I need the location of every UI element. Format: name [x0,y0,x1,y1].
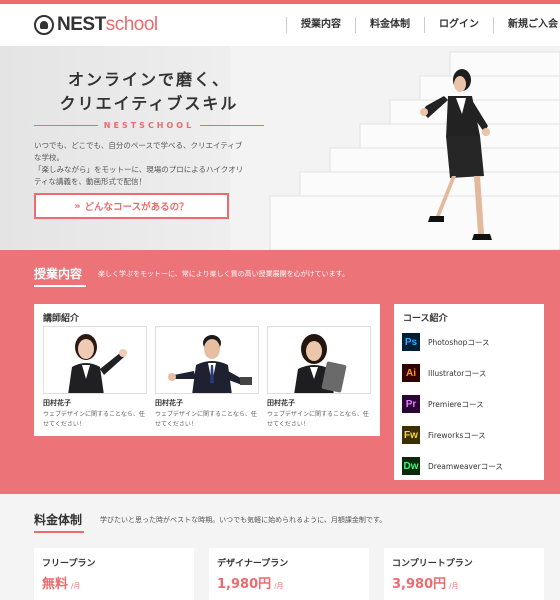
pricing-section: 料金体制 学びたいと思った時がベストな時期。いつでも気軽に始められるように、月額… [0,494,560,600]
teacher-name: 田村花子 [43,399,71,407]
teacher-card[interactable]: 田村花子 ウェブデザインに関することなら、任せてください！ [155,326,259,430]
hero-title-line2: クリエイティブスキル [59,94,239,113]
course-label: Photoshopコース [428,337,490,347]
pricing-section-subtitle: 学びたいと思った時がベストな時期。いつでも気軽に始められるように、月額課金制です… [100,516,387,524]
divider [200,124,264,126]
course-item-dreamweaver[interactable]: Dw Dreamweaverコース [402,456,503,476]
hero-title-line1: オンラインで磨く、 [67,70,230,89]
nav-login[interactable]: ログイン [424,17,493,33]
courses-section-subtitle: 楽しく学ぶをモットーに、常により楽しく質の高い授業展開を心がけています。 [98,270,349,278]
logo-mark-icon [34,15,54,35]
premiere-icon: Pr [402,395,420,413]
plan-price: 1,980円/月 [217,573,283,592]
course-item-photoshop[interactable]: Ps Photoshopコース [402,332,490,352]
course-label: Illustratorコース [428,368,487,378]
dreamweaver-icon: Dw [402,457,420,475]
hero-stairs-illustration [230,46,560,250]
fireworks-icon: Fw [402,426,420,444]
hero-desc-line2: 「楽しみながら」をモットーに、現場のプロによるハイクオリティな講義を、動画形式で… [34,165,244,186]
course-cta-button[interactable]: » どんなコースがあるの？ [34,193,229,219]
teachers-card: 講師紹介 田村花子 ウェブデザインに関することなら、任せてください！ 田村花子 … [34,304,380,436]
plan-price-unit: /月 [274,582,284,590]
plan-card-designer[interactable]: デザイナープラン 1,980円/月 [209,548,369,600]
teacher-name: 田村花子 [267,399,295,407]
double-chevron-icon: » [74,200,80,212]
course-label: Fireworksコース [428,430,486,440]
illustrator-icon: Ai [402,364,420,382]
site-logo[interactable]: NEST school [34,14,158,36]
plan-price-value: 3,980円 [392,577,447,592]
hero-section: オンラインで磨く、 クリエイティブスキル NESTSCHOOL いつでも、どこで… [0,46,560,250]
teacher-description: ウェブデザインに関することなら、任せてください！ [267,411,369,428]
course-item-premiere[interactable]: Pr Premiereコース [402,394,484,414]
plan-price-value: 1,980円 [217,577,272,592]
site-header: NEST school 授業内容 料金体制 ログイン 新規ご入会 [0,4,560,46]
plan-name: フリープラン [42,559,96,569]
hero-brand-tag: NESTSCHOOL [34,118,264,132]
teacher-card[interactable]: 田村花子 ウェブデザインに関することなら、任せてください！ [267,326,371,430]
teacher-photo [43,326,147,394]
courses-section: 授業内容 楽しく学ぶをモットーに、常により楽しく質の高い授業展開を心がけています… [0,250,560,494]
plan-name: コンプリートプラン [392,559,473,569]
teacher-description: ウェブデザインに関することなら、任せてください！ [155,411,257,428]
logo-text-school: school [105,14,158,35]
businesswoman-climbing-photo [420,69,492,240]
teachers-heading: 講師紹介 [43,314,80,324]
plan-price-unit: /月 [71,582,81,590]
hero-title: オンラインで磨く、 クリエイティブスキル [34,68,264,116]
plan-card-free[interactable]: フリープラン 無料/月 [34,548,194,600]
cta-label: どんなコースがあるの？ [84,202,189,213]
divider [34,124,98,126]
hero-description: いつでも、どこでも、自分のペースで学べる、クリエイティブな学校。 「楽しみながら… [34,140,249,188]
nav-pricing[interactable]: 料金体制 [355,17,424,33]
courses-heading: コース紹介 [403,314,448,324]
logo-text-nest: NEST [57,14,106,35]
courses-card: コース紹介 Ps Photoshopコース Ai Illustratorコース … [394,304,544,480]
teacher-photo [267,326,371,394]
courses-section-title: 授業内容 [34,267,87,287]
plan-card-complete[interactable]: コンプリートプラン 3,980円/月 [384,548,544,600]
teacher-photo [155,326,259,394]
nav-signup[interactable]: 新規ご入会 [493,17,560,33]
hero-brand-text: NESTSCHOOL [103,120,195,130]
pricing-section-title: 料金体制 [34,513,85,533]
plan-name: デザイナープラン [217,559,289,569]
plan-price-unit: /月 [449,582,459,590]
course-item-illustrator[interactable]: Ai Illustratorコース [402,363,486,383]
course-label: Dreamweaverコース [428,461,503,471]
teacher-name: 田村花子 [155,399,183,407]
hero-desc-line1: いつでも、どこでも、自分のペースで学べる、クリエイティブな学校。 [34,141,243,162]
teacher-card[interactable]: 田村花子 ウェブデザインに関することなら、任せてください！ [43,326,147,430]
nav-courses[interactable]: 授業内容 [286,17,355,33]
photoshop-icon: Ps [402,333,420,351]
plan-price: 無料/月 [42,573,80,592]
course-item-fireworks[interactable]: Fw Fireworksコース [402,425,486,445]
plan-price: 3,980円/月 [392,573,458,592]
plan-price-value: 無料 [42,577,69,592]
teacher-description: ウェブデザインに関することなら、任せてください！ [43,411,145,428]
course-label: Premiereコース [428,399,484,409]
main-nav: 授業内容 料金体制 ログイン 新規ご入会 [286,17,560,33]
